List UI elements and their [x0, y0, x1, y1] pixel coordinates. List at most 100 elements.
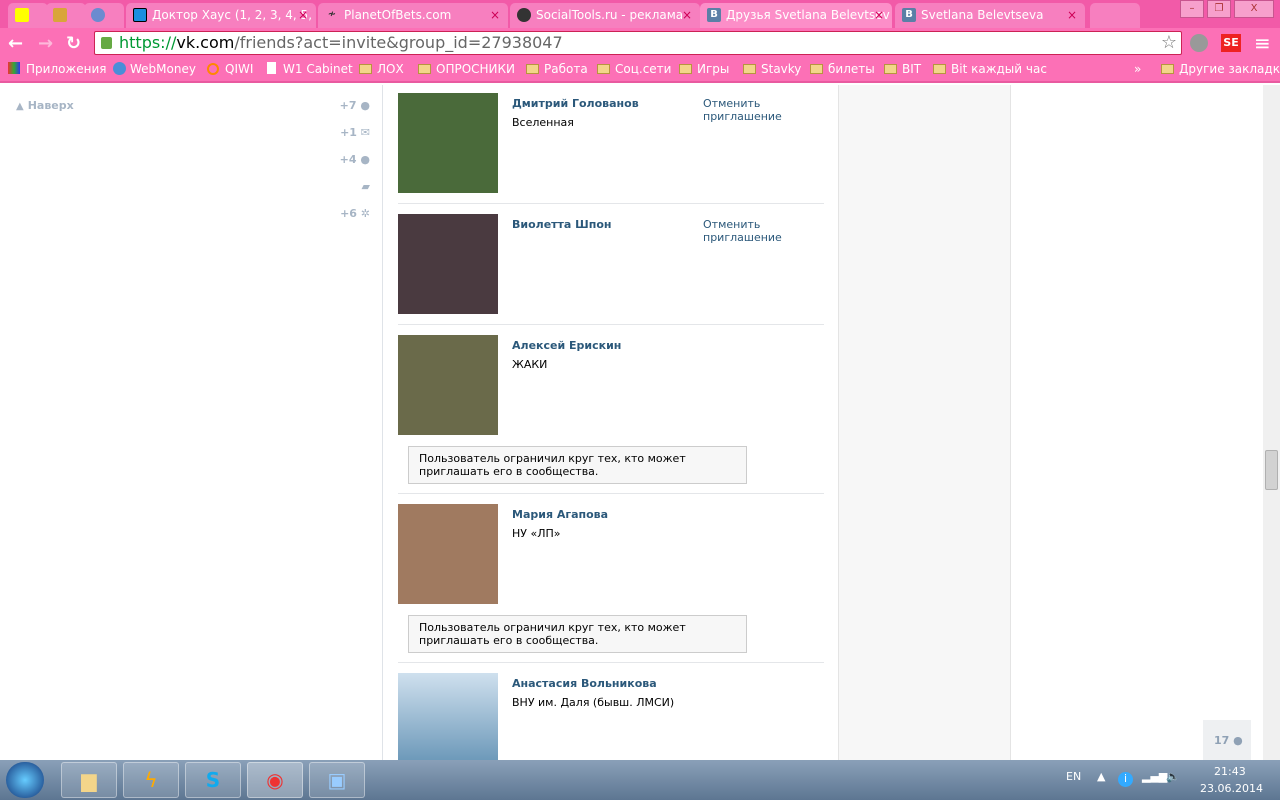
mail-icon: ✉ — [360, 126, 370, 139]
page-icon — [267, 62, 276, 74]
tab-svetlana[interactable]: В Svetlana Belevtseva × — [895, 3, 1085, 28]
close-icon[interactable]: × — [682, 3, 692, 27]
tab-friends[interactable]: В Друзья Svetlana Belevtsev × — [700, 3, 892, 28]
folder-icon — [359, 64, 372, 74]
tab-socialtools[interactable]: SocialTools.ru - реклама × — [510, 3, 700, 28]
friend-photo[interactable] — [398, 93, 498, 193]
maximize-button[interactable]: ❐ — [1207, 0, 1231, 18]
bookmark-folder[interactable]: Игры — [679, 62, 729, 76]
tray-expand-icon[interactable]: ▲ — [1097, 770, 1105, 783]
close-icon[interactable]: × — [1067, 3, 1077, 27]
tab-dr-house[interactable]: Доктор Хаус (1, 2, 3, 4, 5, (× — [126, 3, 316, 28]
volume-icon[interactable]: 🔈 — [1166, 770, 1180, 783]
bookmark-folder[interactable]: Работа — [526, 62, 588, 76]
divider — [398, 203, 824, 204]
counter-groups[interactable]: +4 ● — [340, 153, 370, 166]
menu-icon[interactable]: ≡ — [1254, 31, 1271, 55]
apps-icon — [8, 62, 20, 74]
scrollbar-thumb[interactable] — [1265, 450, 1278, 490]
winamp-icon: ϟ — [144, 768, 158, 792]
close-icon[interactable]: × — [490, 3, 500, 27]
counter-settings[interactable]: +6 ✲ — [340, 207, 370, 220]
video-icon — [133, 8, 147, 22]
bookmark-webmoney[interactable]: WebMoney — [113, 62, 196, 76]
new-tab-button[interactable] — [1090, 3, 1140, 28]
bookmark-qiwi[interactable]: QIWI — [207, 62, 253, 76]
person-icon: ● — [1233, 734, 1243, 747]
folder-icon — [743, 64, 756, 74]
friend-name-link[interactable]: Виолетта Шпон — [512, 218, 612, 231]
bookmark-folder[interactable]: BIT — [884, 62, 921, 76]
skype-taskbar-button[interactable]: S — [185, 762, 241, 798]
back-button[interactable]: ← — [8, 33, 23, 54]
clock-date[interactable]: 23.06.2014 — [1200, 782, 1263, 795]
friends-online-badge[interactable]: 17 ● — [1203, 720, 1251, 760]
chrome-taskbar-button[interactable]: ◉ — [247, 762, 303, 798]
folder-icon — [679, 64, 692, 74]
other-bookmarks[interactable]: Другие закладки — [1161, 62, 1280, 76]
bookmark-folder[interactable]: билеты — [810, 62, 875, 76]
bookmark-folder[interactable]: ЛОХ — [359, 62, 404, 76]
explorer-taskbar-button[interactable]: ▆ — [61, 762, 117, 798]
extension-se-icon[interactable]: SE — [1221, 34, 1241, 52]
left-column: ▲ Наверх +7 ● +1 ✉ +4 ● ▰ +6 ✲ — [0, 85, 383, 760]
reload-button[interactable]: ↻ — [66, 33, 81, 54]
coins-icon — [53, 8, 67, 22]
info-icon[interactable]: i — [1118, 772, 1133, 787]
bookmark-folder[interactable]: Stavky — [743, 62, 801, 76]
tab-pinned-1[interactable] — [8, 3, 48, 28]
chrome-icon: ◉ — [266, 768, 284, 792]
start-button[interactable] — [6, 762, 44, 798]
close-icon[interactable]: × — [874, 3, 884, 27]
gear-icon: ✲ — [360, 207, 370, 220]
friend-name-link[interactable]: Анастасия Вольникова — [512, 677, 657, 690]
folder-icon — [933, 64, 946, 74]
cancel-invite-link[interactable]: Отменить приглашение — [703, 97, 793, 123]
friend-subtitle: НУ «ЛП» — [512, 527, 561, 540]
photo-viewer-taskbar-button[interactable]: ▣ — [309, 762, 365, 798]
folder-icon — [810, 64, 823, 74]
friend-name-link[interactable]: Алексей Ерискин — [512, 339, 621, 352]
comment-icon: ▰ — [361, 180, 370, 193]
address-bar[interactable]: https://vk.com/friends?act=invite&group_… — [94, 31, 1182, 55]
divider — [398, 493, 824, 494]
restriction-notice: Пользователь ограничил круг тех, кто мож… — [408, 615, 747, 653]
friend-name-link[interactable]: Дмитрий Голованов — [512, 97, 639, 110]
tab-planetofbets[interactable]: ≁ PlanetOfBets.com × — [318, 3, 508, 28]
counter-friends[interactable]: +7 ● — [340, 99, 370, 112]
scroll-to-top-button[interactable]: ▲ Наверх — [16, 99, 74, 112]
bookmark-folder[interactable]: Соц.сети — [597, 62, 671, 76]
scrollbar[interactable] — [1263, 85, 1280, 760]
friend-subtitle: ЖАКИ — [512, 358, 548, 371]
bookmark-w1[interactable]: W1 Cabinet — [267, 62, 353, 76]
friend-name-link[interactable]: Мария Агапова — [512, 508, 608, 521]
folder-icon — [597, 64, 610, 74]
close-icon[interactable]: × — [298, 3, 308, 27]
forward-button[interactable]: → — [38, 33, 53, 54]
extension-globe-icon[interactable] — [1190, 34, 1208, 52]
clock-time[interactable]: 21:43 — [1214, 765, 1246, 778]
close-window-button[interactable]: X — [1234, 0, 1274, 18]
network-icon[interactable]: ▂▄▆ — [1142, 770, 1167, 783]
winamp-taskbar-button[interactable]: ϟ — [123, 762, 179, 798]
friend-photo[interactable] — [398, 214, 498, 314]
bookmark-apps[interactable]: Приложения — [8, 62, 107, 76]
bookmarks-more-button[interactable]: » — [1134, 62, 1141, 76]
cancel-invite-link[interactable]: Отменить приглашение — [703, 218, 793, 244]
bookmark-folder[interactable]: Bit каждый час — [933, 62, 1047, 76]
taskbar: ▆ ϟ S ◉ ▣ EN ▲ i ▂▄▆ 🔈 21:43 23.06.2014 — [0, 760, 1280, 800]
friend-photo[interactable] — [398, 504, 498, 604]
tab-pinned-2[interactable] — [46, 3, 86, 28]
counter-comments[interactable]: ▰ — [362, 180, 370, 193]
friend-photo[interactable] — [398, 335, 498, 435]
tab-pinned-3[interactable] — [84, 3, 124, 28]
lock-icon — [101, 37, 112, 49]
counter-messages[interactable]: +1 ✉ — [340, 126, 370, 139]
bookmark-folder[interactable]: ОПРОСНИКИ — [418, 62, 515, 76]
friend-photo[interactable] — [398, 673, 498, 760]
star-icon[interactable]: ☆ — [1161, 32, 1177, 54]
language-indicator[interactable]: EN — [1066, 770, 1081, 783]
tab-bar: Доктор Хаус (1, 2, 3, 4, 5, (× ≁ PlanetOf… — [0, 0, 1280, 28]
socialtools-icon — [517, 8, 531, 22]
minimize-button[interactable]: – — [1180, 0, 1204, 18]
